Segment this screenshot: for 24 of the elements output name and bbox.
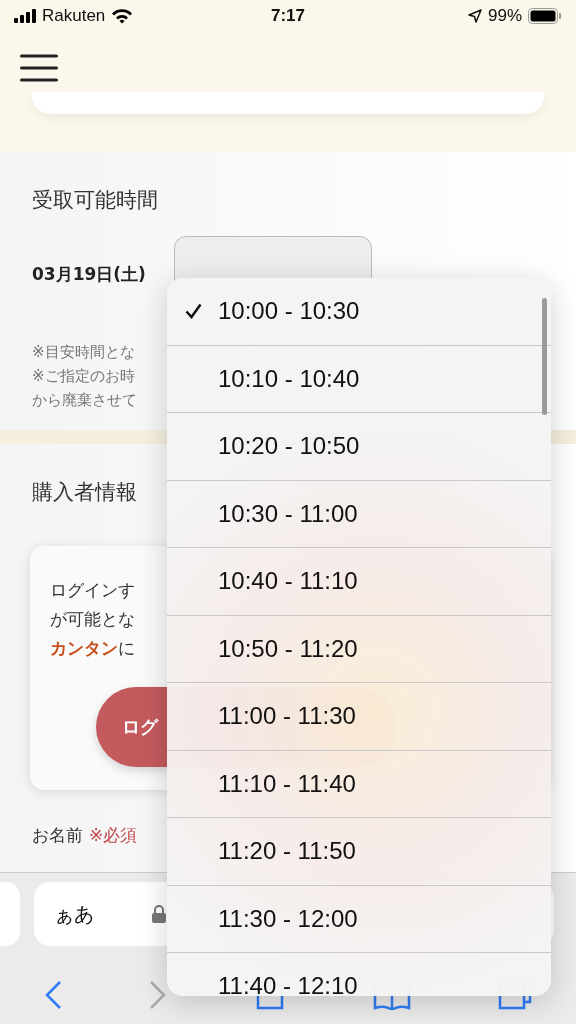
battery-percent: 99% [487, 6, 522, 26]
field-label: お名前 [32, 824, 83, 847]
time-option[interactable]: 10:20 - 10:50 [167, 413, 551, 481]
login-text: ログインす [50, 579, 135, 602]
note-text: ※目安時間とな [32, 342, 135, 363]
time-option[interactable]: 11:00 - 11:30 [167, 683, 551, 751]
clock-time: 7:17 [271, 6, 305, 26]
time-option[interactable]: 11:10 - 11:40 [167, 750, 551, 818]
time-option[interactable]: 10:50 - 11:20 [167, 615, 551, 683]
text-size-button[interactable]: ぁあ [54, 900, 94, 928]
login-text: カンタンに [50, 637, 135, 660]
note-text: ※ご指定のお時 [32, 366, 135, 387]
time-option[interactable]: 11:20 - 11:50 [167, 818, 551, 886]
carrier-name: Rakuten [42, 6, 106, 26]
time-option[interactable]: 11:40 - 12:10 [167, 953, 551, 996]
time-option[interactable]: 11:30 - 12:00 [167, 885, 551, 953]
section-title: 受取可能時間 [32, 187, 159, 214]
login-text: が可能とな [50, 608, 135, 631]
section-title: 購入者情報 [32, 479, 138, 506]
time-option[interactable]: 10:40 - 11:10 [167, 548, 551, 616]
pickup-date: 03月19日(土) [32, 262, 146, 286]
required-mark: ※必須 [89, 824, 138, 847]
note-text: から廃棄させて [32, 390, 137, 411]
time-option[interactable]: 10:30 - 11:00 [167, 480, 551, 548]
